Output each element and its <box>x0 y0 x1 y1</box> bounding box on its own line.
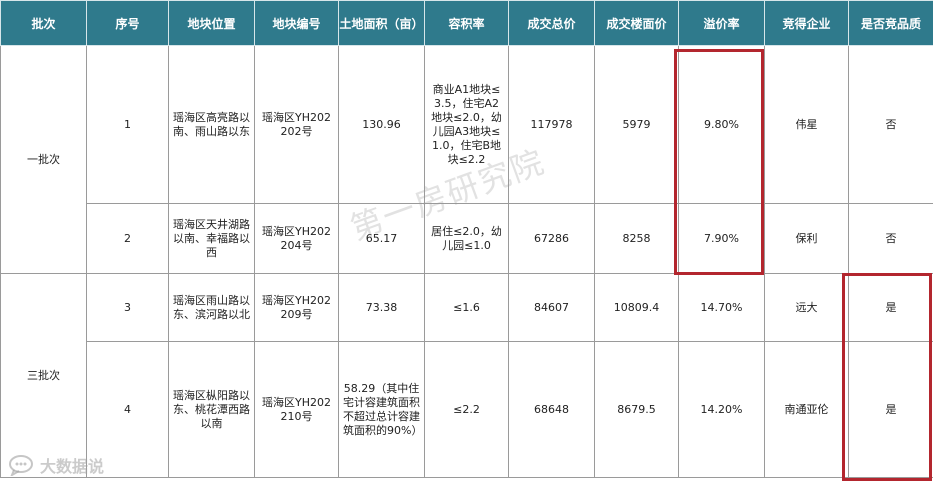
floor-price-cell: 8679.5 <box>594 341 679 478</box>
header-floor-price: 成交楼面价 <box>594 0 679 46</box>
table-row: 2 瑶海区天井湖路以南、幸福路以西 瑶海区YH202204号 65.17 居住≤… <box>1 203 933 274</box>
company-cell: 保利 <box>764 203 849 274</box>
area-cell: 73.38 <box>338 273 425 342</box>
no-cell: 1 <box>86 45 169 204</box>
quality-cell: 否 <box>848 203 933 274</box>
header-batch: 批次 <box>0 0 87 46</box>
area-cell: 58.29（其中住宅计容建筑面积不超过总计容建筑面积的90%） <box>338 341 425 478</box>
code-cell: 瑶海区YH202209号 <box>254 273 339 342</box>
floor-price-cell: 5979 <box>594 45 679 204</box>
header-code: 地块编号 <box>254 0 339 46</box>
header-far: 容积率 <box>424 0 509 46</box>
premium-cell: 7.90% <box>678 203 765 274</box>
location-cell: 瑶海区天井湖路以南、幸福路以西 <box>168 203 255 274</box>
no-cell: 3 <box>86 273 169 342</box>
header-no: 序号 <box>86 0 169 46</box>
company-cell: 伟星 <box>764 45 849 204</box>
total-cell: 67286 <box>508 203 595 274</box>
premium-cell: 14.20% <box>678 341 765 478</box>
location-cell: 瑶海区雨山路以东、滨河路以北 <box>168 273 255 342</box>
premium-cell: 14.70% <box>678 273 765 342</box>
code-cell: 瑶海区YH202210号 <box>254 341 339 478</box>
no-cell: 2 <box>86 203 169 274</box>
far-cell: ≤1.6 <box>424 273 509 342</box>
header-company: 竞得企业 <box>764 0 849 46</box>
premium-cell: 9.80% <box>678 45 765 204</box>
far-cell: ≤2.2 <box>424 341 509 478</box>
total-cell: 68648 <box>508 341 595 478</box>
floor-price-cell: 10809.4 <box>594 273 679 342</box>
location-cell: 瑶海区高亮路以南、雨山路以东 <box>168 45 255 204</box>
floor-price-cell: 8258 <box>594 203 679 274</box>
quality-cell: 是 <box>848 341 933 478</box>
land-transaction-table: 批次 序号 地块位置 地块编号 土地面积（亩） 容积率 成交总价 成交楼面价 溢… <box>0 0 933 478</box>
table-row: 4 瑶海区枞阳路以东、桃花潭西路以南 瑶海区YH202210号 58.29（其中… <box>1 341 933 478</box>
header-location: 地块位置 <box>168 0 255 46</box>
header-premium: 溢价率 <box>678 0 765 46</box>
code-cell: 瑶海区YH202202号 <box>254 45 339 204</box>
chat-bubble-icon <box>9 455 33 476</box>
location-cell: 瑶海区枞阳路以东、桃花潭西路以南 <box>168 341 255 478</box>
header-area: 土地面积（亩） <box>338 0 425 46</box>
quality-cell: 否 <box>848 45 933 204</box>
table-row: 三批次 3 瑶海区雨山路以东、滨河路以北 瑶海区YH202209号 73.38 … <box>0 273 933 478</box>
header-quality: 是否竞品质 <box>848 0 933 46</box>
header-total: 成交总价 <box>508 0 595 46</box>
total-cell: 84607 <box>508 273 595 342</box>
batch-cell: 一批次 <box>0 45 87 274</box>
area-cell: 130.96 <box>338 45 425 204</box>
company-cell: 远大 <box>764 273 849 342</box>
batch-cell: 三批次 <box>0 273 87 478</box>
logo-text: 大数据说 <box>40 457 105 476</box>
brand-logo: 大数据说 <box>8 452 104 478</box>
header-row: 批次 序号 地块位置 地块编号 土地面积（亩） 容积率 成交总价 成交楼面价 溢… <box>0 0 933 46</box>
company-cell: 南通亚伦 <box>764 341 849 478</box>
quality-cell: 是 <box>848 273 933 342</box>
code-cell: 瑶海区YH202204号 <box>254 203 339 274</box>
